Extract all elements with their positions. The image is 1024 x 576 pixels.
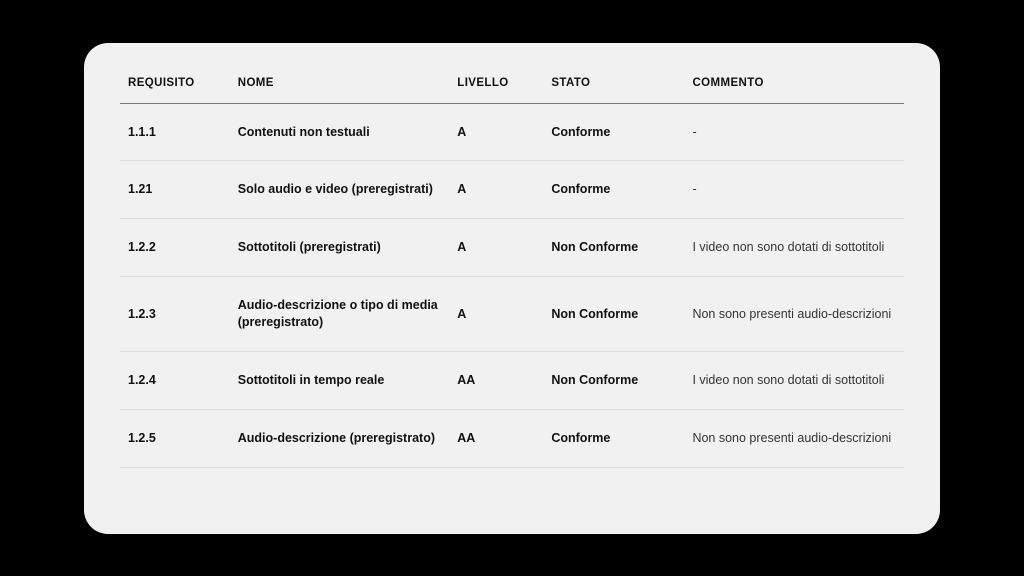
cell-nome: Audio-descrizione (preregistrato) bbox=[230, 409, 450, 467]
table-row: 1.21 Solo audio e video (preregistrati) … bbox=[120, 161, 904, 219]
cell-nome: Sottotitoli (preregistrati) bbox=[230, 219, 450, 277]
cell-livello: A bbox=[449, 103, 543, 161]
cell-commento: - bbox=[684, 161, 904, 219]
table-row: 1.2.3 Audio-descrizione o tipo di media … bbox=[120, 277, 904, 352]
table-header-row: REQUISITO NOME LIVELLO STATO COMMENTO bbox=[120, 71, 904, 104]
cell-nome: Audio-descrizione o tipo di media (prere… bbox=[230, 277, 450, 352]
cell-nome: Solo audio e video (preregistrati) bbox=[230, 161, 450, 219]
compliance-table: REQUISITO NOME LIVELLO STATO COMMENTO 1.… bbox=[120, 71, 904, 468]
cell-livello: A bbox=[449, 277, 543, 352]
cell-stato: Conforme bbox=[543, 409, 684, 467]
cell-requisito: 1.2.5 bbox=[120, 409, 230, 467]
cell-commento: Non sono presenti audio-descrizioni bbox=[684, 277, 904, 352]
compliance-card: REQUISITO NOME LIVELLO STATO COMMENTO 1.… bbox=[84, 43, 940, 534]
header-requisito: REQUISITO bbox=[120, 71, 230, 104]
cell-stato: Conforme bbox=[543, 161, 684, 219]
cell-livello: A bbox=[449, 219, 543, 277]
cell-stato: Non Conforme bbox=[543, 277, 684, 352]
cell-requisito: 1.2.2 bbox=[120, 219, 230, 277]
cell-requisito: 1.2.3 bbox=[120, 277, 230, 352]
cell-livello: AA bbox=[449, 409, 543, 467]
table-row: 1.2.2 Sottotitoli (preregistrati) A Non … bbox=[120, 219, 904, 277]
cell-livello: A bbox=[449, 161, 543, 219]
table-row: 1.1.1 Contenuti non testuali A Conforme … bbox=[120, 103, 904, 161]
cell-nome: Sottotitoli in tempo reale bbox=[230, 351, 450, 409]
cell-commento: I video non sono dotati di sottotitoli bbox=[684, 351, 904, 409]
cell-commento: - bbox=[684, 103, 904, 161]
cell-stato: Non Conforme bbox=[543, 219, 684, 277]
cell-commento: I video non sono dotati di sottotitoli bbox=[684, 219, 904, 277]
cell-livello: AA bbox=[449, 351, 543, 409]
table-row: 1.2.5 Audio-descrizione (preregistrato) … bbox=[120, 409, 904, 467]
cell-requisito: 1.1.1 bbox=[120, 103, 230, 161]
cell-requisito: 1.21 bbox=[120, 161, 230, 219]
cell-commento: Non sono presenti audio-descrizioni bbox=[684, 409, 904, 467]
header-livello: LIVELLO bbox=[449, 71, 543, 104]
cell-requisito: 1.2.4 bbox=[120, 351, 230, 409]
table-row: 1.2.4 Sottotitoli in tempo reale AA Non … bbox=[120, 351, 904, 409]
header-stato: STATO bbox=[543, 71, 684, 104]
cell-nome: Contenuti non testuali bbox=[230, 103, 450, 161]
cell-stato: Conforme bbox=[543, 103, 684, 161]
cell-stato: Non Conforme bbox=[543, 351, 684, 409]
header-nome: NOME bbox=[230, 71, 450, 104]
header-commento: COMMENTO bbox=[684, 71, 904, 104]
